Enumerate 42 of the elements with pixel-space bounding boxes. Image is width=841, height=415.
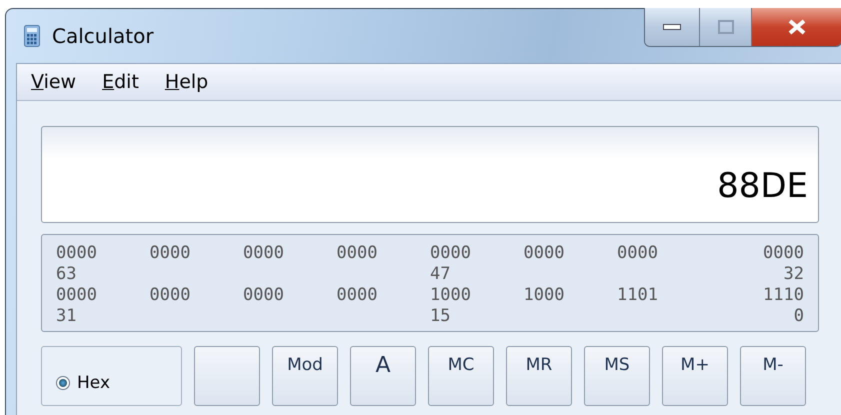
bit-group: 0000 (150, 285, 190, 306)
bit-position: 32 (784, 264, 804, 285)
calculator-key[interactable]: M+ (662, 346, 728, 406)
menu-item[interactable]: Help (164, 71, 208, 93)
bit-position: 63 (56, 264, 76, 285)
close-icon (788, 19, 806, 35)
minimize-button[interactable] (645, 8, 699, 46)
bit-group: 1000 (430, 285, 471, 306)
bit-group: 0000 (524, 243, 564, 264)
bit-position: 31 (56, 306, 76, 327)
menu-item[interactable]: Edit (102, 71, 139, 93)
bit-group: 0000 (430, 243, 471, 264)
bit-group: 0000 (56, 285, 97, 306)
minimize-icon (663, 24, 681, 30)
bit-group: 1000 (524, 285, 564, 306)
bit-group: 0000 (336, 243, 378, 264)
bit-group: 0000 (336, 285, 378, 306)
blank-key[interactable] (194, 346, 260, 406)
bit-group: 0000 (56, 243, 97, 264)
menu-item[interactable]: View (31, 71, 76, 93)
bit-group: 1101 (617, 285, 658, 306)
calculator-key[interactable]: M- (740, 346, 806, 406)
bit-group: 0000 (617, 243, 658, 264)
bit-group: 0000 (150, 243, 190, 264)
calculator-key[interactable]: MR (506, 346, 572, 406)
calculator-key[interactable]: A (350, 346, 416, 406)
window-title: Calculator (52, 24, 154, 48)
bit-position: 47 (430, 264, 450, 285)
calculator-key[interactable]: Mod (272, 346, 338, 406)
bit-group: 1110 (763, 285, 804, 306)
calculator-key[interactable]: MS (584, 346, 650, 406)
bit-group: 0000 (243, 243, 284, 264)
bit-group: 0000 (763, 243, 804, 264)
bit-position: 0 (794, 306, 804, 327)
hex-radio[interactable]: Hex (56, 373, 110, 393)
calculator-icon (24, 25, 40, 47)
display-value: 88DE (717, 166, 808, 206)
maximize-icon (718, 20, 734, 34)
close-button[interactable] (751, 8, 841, 46)
bit-group: 0000 (243, 285, 284, 306)
calculator-key[interactable]: MC (428, 346, 494, 406)
bit-position: 15 (430, 306, 450, 327)
